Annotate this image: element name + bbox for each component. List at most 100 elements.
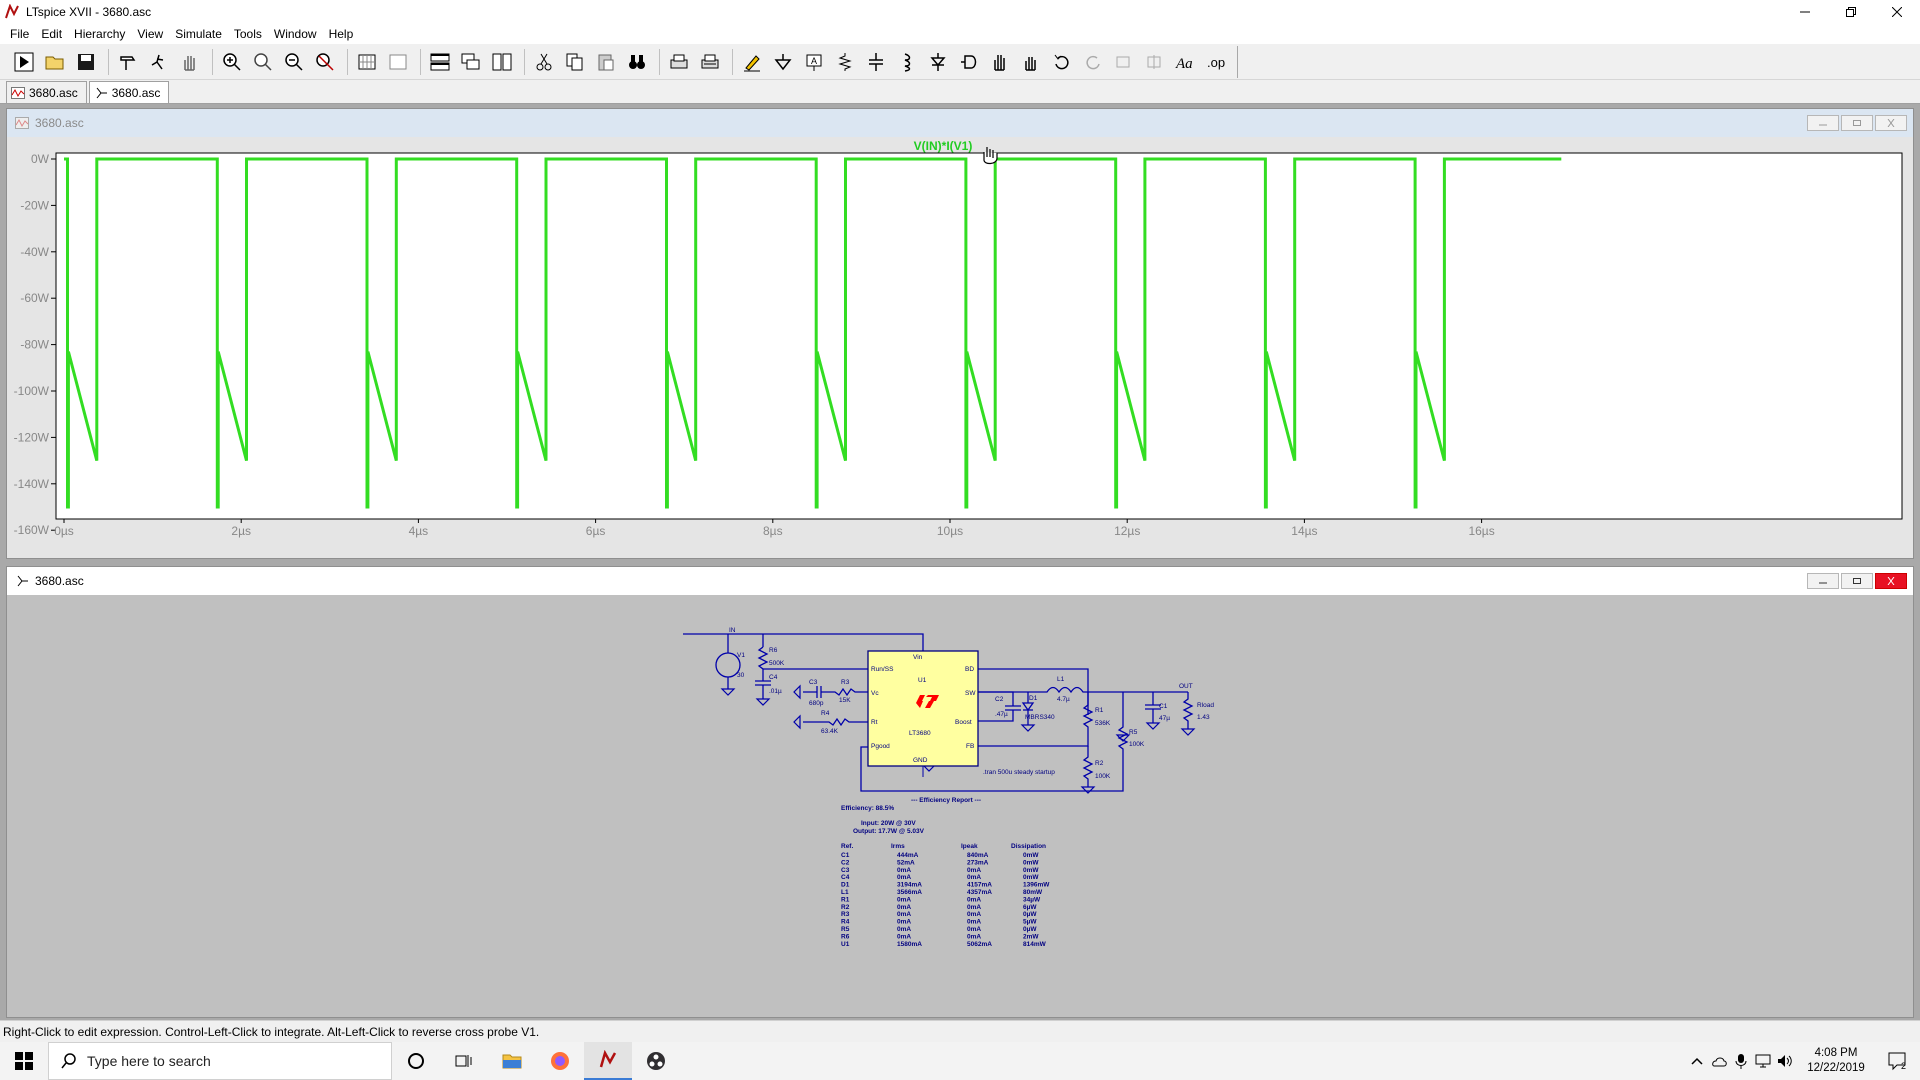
task-view-button[interactable] bbox=[440, 1042, 488, 1080]
zoom-out-button[interactable] bbox=[280, 48, 308, 76]
svg-text:1.43: 1.43 bbox=[1197, 714, 1210, 721]
firefox-button[interactable] bbox=[536, 1042, 584, 1080]
menu-edit[interactable]: Edit bbox=[35, 24, 68, 44]
schematic-restore-button[interactable] bbox=[1841, 573, 1873, 589]
waveform-plot[interactable]: 0W -20W -40W -60W -80W -100W -120W -140W -160W 0… bbox=[7, 137, 1913, 558]
run-button[interactable] bbox=[145, 48, 173, 76]
notification-count: 2 bbox=[1901, 1061, 1906, 1071]
menu-hierarchy[interactable]: Hierarchy bbox=[68, 24, 131, 44]
menu-help[interactable]: Help bbox=[323, 24, 360, 44]
zoom-fit-icon bbox=[316, 52, 334, 71]
component-button[interactable] bbox=[955, 48, 983, 76]
zoom-fit-button[interactable] bbox=[311, 48, 339, 76]
tab-schematic[interactable]: 3680.asc bbox=[88, 81, 170, 103]
svg-text:GND: GND bbox=[913, 757, 928, 764]
minimize-button[interactable] bbox=[1782, 0, 1828, 24]
trace-label[interactable]: V(IN)*I(V1) bbox=[914, 139, 973, 153]
draw-wire-button[interactable] bbox=[738, 48, 766, 76]
paste-button[interactable] bbox=[592, 48, 620, 76]
mirror-button[interactable] bbox=[1141, 48, 1169, 76]
net-label-out: OUT bbox=[1179, 683, 1193, 690]
efficiency-cell: 0mA bbox=[897, 874, 911, 881]
title-bar: LTspice XVII - 3680.asc bbox=[0, 0, 1920, 24]
cascade-button[interactable] bbox=[457, 48, 485, 76]
label-net-button[interactable]: A bbox=[800, 48, 828, 76]
schematic-close-button[interactable] bbox=[1875, 573, 1907, 589]
undo-button[interactable] bbox=[1048, 48, 1076, 76]
network-button[interactable] bbox=[1752, 1054, 1774, 1068]
diode-button[interactable] bbox=[924, 48, 952, 76]
tile-vertical-button[interactable] bbox=[488, 48, 516, 76]
efficiency-cell: 0mA bbox=[897, 867, 911, 874]
resistor-button[interactable] bbox=[831, 48, 859, 76]
svg-text:Rload: Rload bbox=[1197, 702, 1214, 709]
taskbar-clock[interactable]: 4:08 PM 12/22/2019 bbox=[1796, 1046, 1876, 1076]
taskbar-search-box[interactable]: Type here to search bbox=[48, 1042, 392, 1080]
cortana-button[interactable] bbox=[392, 1042, 440, 1080]
print-button[interactable] bbox=[665, 48, 693, 76]
redo-button[interactable] bbox=[1079, 48, 1107, 76]
cortana-icon bbox=[408, 1053, 424, 1069]
ground-button[interactable] bbox=[769, 48, 797, 76]
menu-tools[interactable]: Tools bbox=[228, 24, 268, 44]
onedrive-button[interactable] bbox=[1708, 1055, 1730, 1067]
efficiency-cell: 0mA bbox=[967, 874, 981, 881]
rotate-button[interactable] bbox=[1110, 48, 1138, 76]
waveform-window-caption[interactable]: 3680.asc bbox=[7, 109, 1913, 137]
window-title: LTspice XVII - 3680.asc bbox=[26, 5, 152, 19]
move-button[interactable] bbox=[986, 48, 1014, 76]
close-icon bbox=[1887, 119, 1895, 127]
menu-simulate[interactable]: Simulate bbox=[169, 24, 228, 44]
waveform-close-button[interactable] bbox=[1875, 115, 1907, 131]
svg-text:Vin: Vin bbox=[913, 654, 923, 661]
tile-horizontal-button[interactable] bbox=[426, 48, 454, 76]
microphone-button[interactable] bbox=[1730, 1053, 1752, 1069]
pick-plot-button[interactable] bbox=[384, 48, 412, 76]
efficiency-cell: 0µW bbox=[1023, 926, 1037, 933]
text-button[interactable]: Aa bbox=[1172, 48, 1200, 76]
find-button[interactable] bbox=[623, 48, 651, 76]
menu-file[interactable]: File bbox=[4, 24, 35, 44]
autorange-button[interactable] bbox=[353, 48, 381, 76]
menu-view[interactable]: View bbox=[131, 24, 169, 44]
capacitor-button[interactable] bbox=[862, 48, 890, 76]
tray-overflow-button[interactable] bbox=[1686, 1056, 1708, 1066]
zoom-in-button[interactable] bbox=[218, 48, 246, 76]
hand-icon bbox=[184, 55, 195, 71]
undo-icon bbox=[1054, 54, 1069, 69]
efficiency-cell: 5062mA bbox=[967, 941, 992, 948]
plot-area bbox=[55, 152, 1903, 520]
drag-button[interactable] bbox=[1017, 48, 1045, 76]
restore-button[interactable] bbox=[1828, 0, 1874, 24]
action-center-button[interactable]: 2 bbox=[1876, 1051, 1920, 1071]
pan-button[interactable] bbox=[249, 48, 277, 76]
ltspice-taskbar-button[interactable] bbox=[584, 1042, 632, 1080]
file-explorer-button[interactable] bbox=[488, 1042, 536, 1080]
inductor-button[interactable] bbox=[893, 48, 921, 76]
waveform-restore-button[interactable] bbox=[1841, 115, 1873, 131]
schematic-window-caption[interactable]: 3680.asc bbox=[7, 567, 1913, 595]
close-button[interactable] bbox=[1874, 0, 1920, 24]
status-text: Right-Click to edit expression. Control-… bbox=[3, 1024, 540, 1039]
control-panel-button[interactable] bbox=[114, 48, 142, 76]
new-schematic-button[interactable] bbox=[10, 48, 38, 76]
print-preview-button[interactable] bbox=[696, 48, 724, 76]
schematic-canvas[interactable]: IN OUT V1 30 R6 500K C4 .01µ C3 680p R3 … bbox=[13, 595, 1907, 1011]
halt-button[interactable] bbox=[176, 48, 204, 76]
save-button[interactable] bbox=[72, 48, 100, 76]
svg-text:Aa: Aa bbox=[1175, 56, 1193, 72]
cut-button[interactable] bbox=[530, 48, 558, 76]
svg-text:FB: FB bbox=[966, 743, 974, 750]
volume-button[interactable] bbox=[1774, 1054, 1796, 1068]
open-button[interactable] bbox=[41, 48, 69, 76]
close-icon bbox=[1892, 7, 1902, 17]
copy-button[interactable] bbox=[561, 48, 589, 76]
menu-window[interactable]: Window bbox=[268, 24, 323, 44]
obs-button[interactable] bbox=[632, 1042, 680, 1080]
spice-directive-button[interactable]: .op bbox=[1203, 48, 1231, 76]
waveform-minimize-button[interactable] bbox=[1807, 115, 1839, 131]
schematic-minimize-button[interactable] bbox=[1807, 573, 1839, 589]
spice-directive-icon: .op bbox=[1207, 55, 1225, 70]
start-button[interactable] bbox=[0, 1042, 48, 1080]
tab-waveform[interactable]: 3680.asc bbox=[6, 81, 87, 103]
